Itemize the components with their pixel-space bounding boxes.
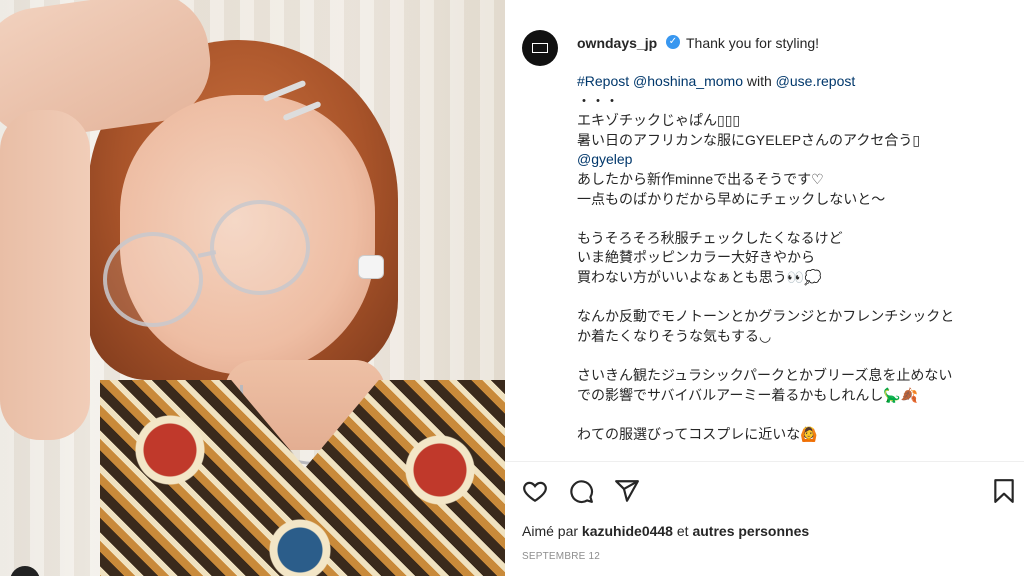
glasses-lens-left bbox=[103, 232, 203, 327]
caption-line: あしたから新作minneで出るそうです♡ bbox=[577, 170, 824, 187]
likes-prefix: Aimé par bbox=[522, 523, 582, 539]
caption-line: エキゾチックじゃぱん▯▯▯ bbox=[577, 112, 741, 129]
repost-app-link[interactable]: @use.repost bbox=[776, 73, 856, 89]
post-panel: owndays_jp ✓ Thank you for styling! #Rep… bbox=[505, 0, 1024, 576]
post-comments-area[interactable]: owndays_jp ✓ Thank you for styling! #Rep… bbox=[505, 0, 1024, 460]
arm bbox=[0, 110, 90, 440]
caption-line: か着たくなりそうな気もする◡ bbox=[577, 327, 772, 344]
repost-hashtag-link[interactable]: #Repost bbox=[577, 73, 629, 89]
caption-first-line: Thank you for styling! bbox=[686, 35, 820, 51]
caption-line: なんか反動でモノトーンとかグランジとかフレンチシックと bbox=[577, 308, 955, 325]
heart-icon[interactable] bbox=[522, 478, 548, 504]
share-icon[interactable] bbox=[614, 478, 640, 504]
action-bar bbox=[522, 478, 1017, 504]
comment-icon[interactable] bbox=[568, 478, 594, 504]
glasses-lens-right bbox=[210, 200, 310, 295]
repost-line: #Repost @hoshina_momo with @use.repost bbox=[577, 72, 1007, 92]
likes-mid: et bbox=[672, 523, 693, 539]
post-date[interactable]: SEPTEMBRE 12 bbox=[522, 551, 600, 562]
caption-line: もうそろそろ秋服チェックしたくなるけど bbox=[577, 229, 843, 246]
post-image[interactable] bbox=[0, 0, 505, 576]
verified-badge-icon: ✓ bbox=[666, 35, 680, 49]
repost-with-text: with bbox=[746, 73, 776, 89]
brand-logo-icon bbox=[532, 43, 548, 53]
repost-user-link[interactable]: @hoshina_momo bbox=[633, 73, 743, 89]
caption-line: さいきん観たジュラシックパークとかブリーズ息を止めない bbox=[577, 366, 953, 383]
caption-line: 一点ものばかりだから早めにチェックしないと〜 bbox=[577, 190, 886, 207]
avatar[interactable] bbox=[522, 30, 558, 66]
bookmark-icon[interactable] bbox=[991, 478, 1017, 504]
mention-link[interactable]: @gyelep bbox=[577, 150, 1007, 170]
caption-line: での影響でサバイバルアーミー着るかもしれんし🦕🍂 bbox=[577, 386, 919, 403]
caption-lines: ・・・エキゾチックじゃぱん▯▯▯ 暑い日のアフリカンな服にGYELEPさんのアクセ… bbox=[577, 92, 1007, 445]
earring bbox=[358, 255, 384, 279]
divider bbox=[505, 461, 1024, 462]
caption: #Repost @hoshina_momo with @use.repost ・… bbox=[577, 72, 1007, 444]
caption-line: ・・・ bbox=[577, 92, 619, 109]
caption-line: いま絶賛ポッピンカラー大好きやから bbox=[577, 249, 815, 266]
caption-line: 暑い日のアフリカンな服にGYELEPさんのアクセ合う▯ bbox=[577, 131, 921, 148]
username-link[interactable]: owndays_jp bbox=[577, 35, 657, 51]
likes-text: Aimé par kazuhide0448 et autres personne… bbox=[522, 523, 809, 539]
liked-by-user-link[interactable]: kazuhide0448 bbox=[582, 523, 673, 539]
caption-line: わての服選びってコスプレに近いな🙆 bbox=[577, 425, 818, 442]
caption-line: 買わない方がいいよなぁとも思う👀💭 bbox=[577, 268, 822, 285]
other-likers-link[interactable]: autres personnes bbox=[692, 523, 809, 539]
